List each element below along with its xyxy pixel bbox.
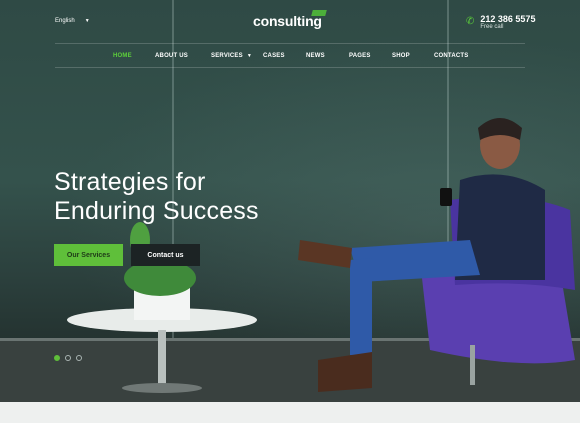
nav-item-label: SERVICES xyxy=(211,53,243,59)
nav-item-pages[interactable]: PAGES xyxy=(349,53,371,59)
man-shin xyxy=(350,258,372,355)
site-logo[interactable]: consulting xyxy=(253,10,327,29)
chevron-down-icon: ▼ xyxy=(84,18,90,24)
chevron-down-icon: ▼ xyxy=(246,53,252,59)
nav-divider-bottom xyxy=(55,67,525,68)
logo-badge xyxy=(311,10,327,16)
slide-dot[interactable] xyxy=(76,355,82,361)
main-nav: HOME ABOUT US SERVICES ▼ CASES NEWS PAGES… xyxy=(0,47,580,67)
nav-item-news[interactable]: NEWS xyxy=(306,53,325,59)
slider-pagination xyxy=(54,355,82,361)
our-services-button[interactable]: Our Services xyxy=(54,244,123,266)
nav-item-shop[interactable]: SHOP xyxy=(392,53,410,59)
headline-line: Strategies for xyxy=(54,168,206,196)
man-shoe xyxy=(298,240,352,268)
nav-item-cases[interactable]: CASES xyxy=(263,53,285,59)
nav-item-about-us[interactable]: ABOUT US xyxy=(155,53,188,59)
language-label: English xyxy=(55,18,75,24)
phone-icon: ✆ xyxy=(466,16,475,27)
slide-dot[interactable] xyxy=(54,355,60,361)
hero-slider: English ▼ consulting ✆ 212 386 5575 Free… xyxy=(0,0,580,402)
chair-leg xyxy=(470,345,475,385)
headline-line: Enduring Success xyxy=(54,197,259,225)
phone-contact[interactable]: ✆ 212 386 5575 Free call xyxy=(466,14,536,31)
table-leg xyxy=(158,330,166,385)
nav-item-contacts[interactable]: CONTACTS xyxy=(434,53,469,59)
nav-divider-top xyxy=(55,43,525,44)
nav-item-services[interactable]: SERVICES ▼ xyxy=(211,53,252,59)
phone-number: 212 386 5575 xyxy=(480,14,536,24)
phone-device xyxy=(440,188,452,206)
contact-us-button[interactable]: Contact us xyxy=(131,244,200,266)
hero-headline: Strategies for Enduring Success xyxy=(54,168,259,226)
nav-item-home[interactable]: HOME xyxy=(113,53,132,59)
slide-dot[interactable] xyxy=(65,355,71,361)
phone-caption: Free call xyxy=(480,24,504,30)
table-base xyxy=(122,383,202,393)
top-bar: English ▼ consulting ✆ 212 386 5575 Free… xyxy=(0,0,580,44)
language-selector[interactable]: English ▼ xyxy=(55,18,90,24)
